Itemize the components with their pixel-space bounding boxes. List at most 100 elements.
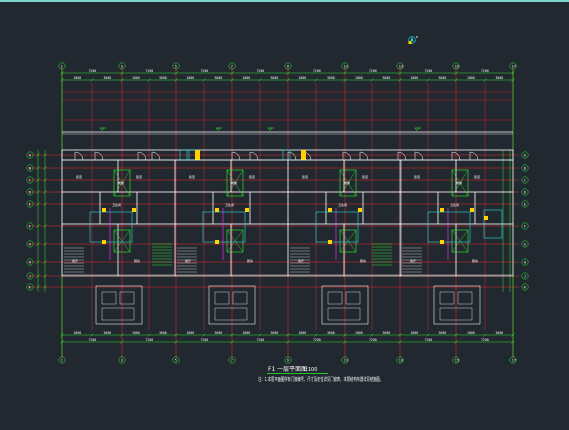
dimension-chains: 7200 7200 7200 7200 7200 7200 7200 7200 1800 3600… [36, 69, 515, 357]
axis-grid [28, 66, 519, 359]
cad-drawing-canvas[interactable]: 7200 7200 7200 7200 7200 7200 7200 7200 1800 3600… [0, 0, 569, 430]
apartment-unit: 卧室 卧室客厅 厨房 卫生间 电梯 [399, 159, 514, 325]
room-outline [249, 191, 289, 225]
door-swing [469, 151, 479, 161]
room-outline [136, 191, 176, 225]
axis-bubble-label: B [29, 166, 31, 170]
axis-bubble-label: 13 [399, 358, 403, 362]
room-label: 电梯 [118, 180, 124, 185]
axis-bubble-label: 3 [121, 358, 123, 362]
drawing-title: F1 一层平面图 [268, 366, 307, 373]
dimension-label: 1800 [243, 76, 251, 80]
level-mark-triangle [215, 127, 221, 131]
dimension-label: 3600 [271, 76, 279, 80]
axis-bubble-label: G [29, 242, 31, 246]
room-label: 厨房 [247, 258, 253, 263]
room-outline [362, 191, 402, 225]
axis-bubble-label: J [524, 274, 526, 278]
room-label: 卫生间 [338, 202, 347, 207]
elevator-cross [339, 229, 357, 253]
dimension-label: 7200 [257, 338, 265, 342]
room-outline [399, 191, 439, 225]
room-label: 卧室 [249, 174, 255, 179]
room-outline [287, 191, 327, 225]
dimension-label: 7200 [146, 69, 154, 73]
room-outline [61, 191, 101, 225]
dimension-label: 7200 [313, 69, 321, 73]
elevator-cross [226, 229, 244, 253]
floor-plan-walls [61, 127, 514, 276]
door-swing [151, 151, 161, 161]
dimension-label: 1800 [74, 76, 82, 80]
axis-bubble-label: 17 [512, 358, 516, 362]
entry-step [214, 307, 248, 321]
apartment-unit: 卧室 卧室客厅 厨房 卫生间 电梯 [287, 159, 402, 325]
room-outline [230, 159, 289, 193]
room-label: 电梯 [456, 180, 462, 185]
axis-bubble-label: A [29, 153, 32, 157]
column-fill [440, 240, 444, 244]
door-swing [287, 151, 297, 161]
dimension-label: 3600 [439, 76, 447, 80]
elevator-cross [451, 229, 469, 253]
dimension-label: 1800 [187, 76, 195, 80]
dimension-label: 1800 [355, 76, 363, 80]
door-swing [359, 151, 369, 161]
dimension-label: 1800 [411, 76, 419, 80]
room-outline [174, 191, 214, 225]
axis-bubble-label: 11 [344, 358, 348, 362]
room-outline [455, 159, 514, 193]
entry-door-frame [439, 291, 455, 305]
entry-door-frame [345, 291, 361, 305]
axis-bubble-label: 15 [455, 358, 459, 362]
column-fill [301, 150, 306, 160]
dimension-label: 7200 [481, 338, 489, 342]
dimension-label: 7200 [313, 338, 321, 342]
entry-door-frame [101, 291, 117, 305]
axis-bubble-label: 9 [287, 64, 289, 68]
dimension-label: 3600 [271, 331, 279, 335]
room-label: 卧室 [362, 174, 368, 179]
apartment-units: 卧室 卧室客厅 厨房卫生间电梯卧室 卧室客厅 厨房卫生间电梯卧室 卧室客厅 厨房卫生间电梯卧… [61, 159, 514, 325]
core-outline [427, 211, 471, 243]
column-fill [215, 208, 219, 212]
room-label: 客厅 [410, 258, 416, 263]
axis-bubble-label: J [29, 274, 31, 278]
room-outline [117, 159, 176, 193]
drawing-title-block: F1 一层平面图 1:100 注：1.本层平面图所有门窗编号、尺寸及定位详见门窗… [258, 366, 383, 383]
axis-bubble-label: K [524, 285, 527, 289]
dimension-label: 7200 [146, 338, 154, 342]
dimension-label: 3600 [496, 76, 504, 80]
entry-step [101, 307, 135, 321]
axis-bubble-label: E [524, 202, 526, 206]
column-fill [470, 208, 474, 212]
dimension-label: 7200 [89, 69, 97, 73]
entry-door-frame [232, 291, 248, 305]
axis-bubble-label: E [29, 202, 31, 206]
axis-bubble-label: F [524, 224, 526, 228]
dimension-label: 7200 [201, 338, 209, 342]
dimension-label: 3600 [327, 76, 335, 80]
dimension-label: 7200 [201, 69, 209, 73]
dimension-label: 7200 [89, 338, 97, 342]
column-fill [215, 240, 219, 244]
axis-bubble-label: D [29, 190, 31, 194]
column-fill [195, 150, 200, 160]
axis-bubble-label: 7 [231, 358, 233, 362]
column-fill [102, 208, 106, 212]
axis-bubble-label: 9 [287, 358, 289, 362]
door-swing [342, 151, 352, 161]
level-mark-triangle [267, 127, 273, 131]
column-fill [358, 208, 362, 212]
room-label: 厨房 [472, 258, 478, 263]
entry-step [327, 307, 361, 321]
dimension-label: 3600 [104, 331, 112, 335]
dimension-label: 7200 [369, 338, 377, 342]
dimension-label: 3600 [327, 331, 335, 335]
axis-bubble-label: D [524, 190, 526, 194]
axis-bubble-label: H [29, 260, 31, 264]
north-arrow-label: N [416, 35, 418, 39]
dimension-label: 7200 [369, 69, 377, 73]
room-label: 卫生间 [450, 202, 459, 207]
dimension-label: 1800 [355, 331, 363, 335]
